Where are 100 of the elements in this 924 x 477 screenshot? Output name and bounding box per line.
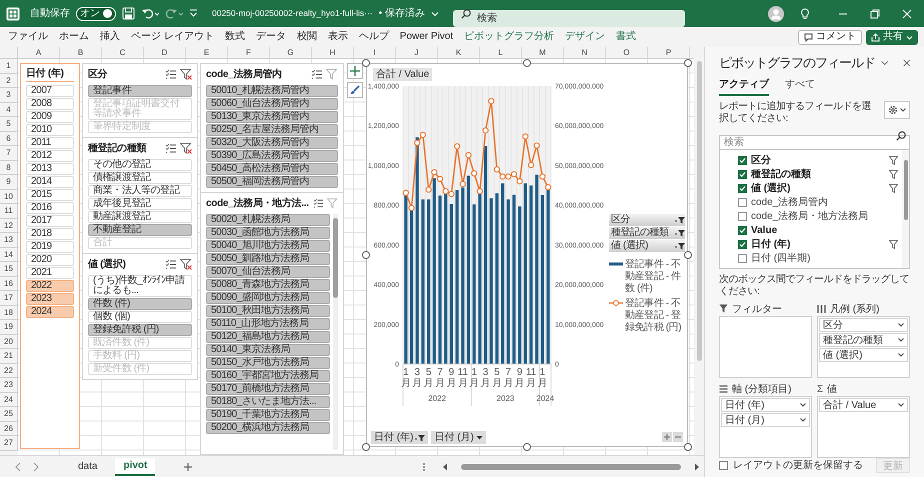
- checkbox[interactable]: [738, 212, 747, 221]
- row-header[interactable]: 18: [0, 306, 18, 320]
- slicer-item[interactable]: 50070_仙台法務局: [206, 266, 330, 278]
- slicer-item[interactable]: 不動産登記: [88, 224, 192, 236]
- slicer-item[interactable]: 2020: [26, 254, 74, 266]
- slicer-item[interactable]: 2021: [26, 267, 74, 279]
- slicer-item[interactable]: 50010_札幌法務局管内: [206, 85, 338, 97]
- ribbon-tab[interactable]: ヘルプ: [358, 32, 389, 42]
- slicer-item[interactable]: 2015: [26, 189, 74, 201]
- row-header[interactable]: 3: [0, 88, 18, 102]
- slicer-item[interactable]: 2017: [26, 215, 74, 227]
- slicer-item[interactable]: 2016: [26, 202, 74, 214]
- area-field-button[interactable]: 合計 / Value: [819, 398, 908, 412]
- ribbon-tab[interactable]: ピボットグラフ分析: [464, 32, 554, 42]
- row-header[interactable]: 15: [0, 262, 18, 276]
- settings-button[interactable]: [884, 100, 910, 118]
- scrollbar-thumb[interactable]: [333, 218, 338, 298]
- field-name[interactable]: 値 (選択): [751, 181, 885, 196]
- slicer-item[interactable]: 件数 (件): [88, 298, 192, 310]
- slicer-item[interactable]: 登記事件: [88, 85, 192, 97]
- share-button[interactable]: 共有: [866, 30, 918, 44]
- slicer-item[interactable]: 2022: [26, 280, 74, 292]
- slicer-item[interactable]: 50170_前橋地方法務局: [206, 383, 330, 395]
- area-field-button[interactable]: 日付 (年): [721, 398, 810, 412]
- row-header[interactable]: 6: [0, 132, 18, 146]
- multi-select-icon[interactable]: [312, 198, 323, 208]
- slicer-item[interactable]: 50150_水戸地方法務局: [206, 357, 330, 369]
- slicer-item[interactable]: 個数 (個): [88, 311, 192, 323]
- search-field[interactable]: 検索: [719, 134, 910, 150]
- column-header[interactable]: M: [522, 47, 564, 58]
- row-header[interactable]: 9: [0, 175, 18, 190]
- row-header[interactable]: 26: [0, 422, 18, 436]
- resize-handle[interactable]: [362, 59, 370, 67]
- row-header[interactable]: 22: [0, 364, 18, 378]
- row-header[interactable]: 2: [0, 74, 18, 88]
- column-header[interactable]: J: [396, 47, 438, 58]
- field-name[interactable]: 種登記の種類: [751, 167, 885, 182]
- slicer-item[interactable]: 2012: [26, 150, 74, 162]
- slicer-item[interactable]: 50250_名古屋法務局管内: [206, 124, 338, 136]
- checkbox[interactable]: [719, 461, 728, 470]
- area-field-button[interactable]: 日付 (月): [721, 413, 810, 427]
- checkbox[interactable]: [738, 240, 747, 249]
- checkbox[interactable]: [738, 184, 747, 193]
- undo-icon[interactable]: [141, 7, 159, 20]
- row-header[interactable]: 23: [0, 378, 18, 392]
- row-header[interactable]: 12: [0, 218, 18, 233]
- area-field-button[interactable]: 値 (選択): [819, 348, 908, 362]
- legend-field-button[interactable]: 種登記の種類: [609, 227, 685, 239]
- sheet-tab[interactable]: pivot: [115, 458, 156, 476]
- resize-handle[interactable]: [684, 251, 692, 259]
- redo-icon[interactable]: [165, 7, 183, 20]
- slicer-item[interactable]: 50020_札幌法務局: [206, 214, 330, 226]
- slicer-item[interactable]: 2011: [26, 137, 74, 149]
- row-header[interactable]: 13: [0, 233, 18, 248]
- row-header[interactable]: 5: [0, 117, 18, 132]
- column-header[interactable]: H: [312, 47, 354, 58]
- slicer-item[interactable]: 成年後見登記: [88, 198, 192, 210]
- area-field-button[interactable]: 種登記の種類: [819, 333, 908, 347]
- row-header[interactable]: 21: [0, 349, 18, 364]
- row-header[interactable]: 8: [0, 160, 18, 175]
- slicer-item[interactable]: 商業・法人等の登記: [88, 185, 192, 197]
- ribbon-tab[interactable]: ファイル: [8, 32, 48, 42]
- row-header[interactable]: 20: [0, 334, 18, 349]
- autosave-toggle[interactable]: オン: [76, 6, 116, 20]
- slicer-item[interactable]: 50110_山形地方法務局: [206, 318, 330, 330]
- pane-tab[interactable]: すべて: [785, 76, 815, 96]
- scrollbar-thumb[interactable]: [461, 464, 681, 470]
- slicer-item[interactable]: 50450_高松法務局管内: [206, 163, 338, 175]
- pane-tab[interactable]: アクティブ: [719, 76, 769, 96]
- ribbon-tab[interactable]: 校閲: [296, 32, 317, 42]
- column-header[interactable]: O: [606, 47, 648, 58]
- save-icon[interactable]: [122, 7, 135, 20]
- row-header[interactable]: 19: [0, 320, 18, 334]
- slicer-item[interactable]: 50040_旭川地方法務局: [206, 240, 330, 252]
- field-name[interactable]: Value: [751, 223, 898, 238]
- checkbox[interactable]: [738, 254, 747, 263]
- previous-sheet-icon[interactable]: [14, 462, 22, 472]
- chart-styles-button[interactable]: [347, 82, 363, 98]
- field-button[interactable]: 合計 / Value: [373, 68, 432, 81]
- customize-caret-icon[interactable]: [189, 8, 198, 19]
- resize-handle[interactable]: [362, 443, 370, 451]
- slicer-item[interactable]: 50390_広島法務局管内: [206, 150, 338, 162]
- slicer-item[interactable]: 50140_東京法務局: [206, 344, 330, 356]
- next-sheet-icon[interactable]: [32, 462, 40, 472]
- row-header[interactable]: 14: [0, 248, 18, 262]
- multi-select-icon[interactable]: [165, 259, 176, 269]
- multi-select-icon[interactable]: [165, 69, 176, 79]
- ribbon-tab[interactable]: ページ レイアウト: [131, 32, 214, 42]
- slicer-item[interactable]: 50030_函館地方法務局: [206, 227, 330, 239]
- checkbox[interactable]: [738, 226, 747, 235]
- multi-select-icon[interactable]: [165, 143, 176, 153]
- slicer-item[interactable]: 2009: [26, 111, 74, 123]
- chart-elements-button[interactable]: [347, 63, 363, 79]
- column-header[interactable]: E: [186, 47, 228, 58]
- list-scrollbar[interactable]: [902, 150, 909, 268]
- column-header[interactable]: N: [564, 47, 606, 58]
- lightbulb-icon[interactable]: [800, 8, 810, 20]
- ribbon-tab[interactable]: デザイン: [565, 32, 606, 42]
- row-header[interactable]: 11: [0, 204, 18, 218]
- clear-filter-icon[interactable]: [180, 68, 192, 80]
